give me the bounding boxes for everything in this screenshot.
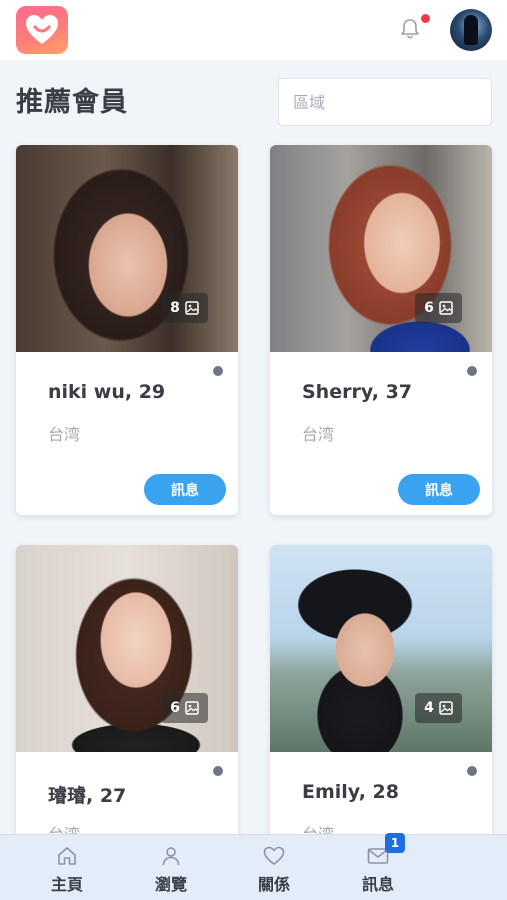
photo-count-badge: 4 [415,693,462,723]
unread-notification-dot [421,14,430,23]
notification-bell-button[interactable] [398,16,422,42]
nav-label: 主頁 [50,875,83,894]
member-card[interactable]: 6 璿璿, 27 台湾 [16,545,238,845]
member-name-age: Sherry, 37 [302,381,413,403]
heart-icon [263,846,285,865]
nav-label: 瀏覽 [154,875,187,894]
page-title: 推薦會員 [16,87,128,118]
member-name-age: 璿璿, 27 [48,785,127,807]
online-status-dot [213,766,223,776]
member-name-age: niki wu, 29 [48,381,166,403]
member-photo[interactable]: 4 [270,545,492,752]
photo-count-badge: 6 [161,693,208,723]
image-icon [439,301,453,315]
nav-item-browse[interactable]: 瀏覽 [126,835,216,900]
nav-item-home[interactable]: 主頁 [22,835,112,900]
online-status-dot [467,366,477,376]
image-icon [185,301,199,315]
member-location: 台湾 [302,425,335,444]
top-bar [0,0,507,60]
photo-count-badge: 6 [415,293,462,323]
nav-label: 關係 [257,875,290,894]
online-status-dot [467,766,477,776]
photo-count-badge: 8 [161,293,208,323]
member-photo[interactable]: 6 [270,145,492,352]
app-logo[interactable] [16,6,68,54]
image-icon [439,701,453,715]
region-input[interactable] [278,78,492,126]
unread-messages-badge: 1 [385,833,405,853]
home-icon [58,847,76,865]
member-name-age: Emily, 28 [302,781,399,803]
bell-icon [401,19,419,39]
heart-smile-logo-icon [26,15,58,44]
member-card[interactable]: 4 Emily, 28 台湾 [270,545,492,845]
bottom-nav: 主頁 瀏覽 關係 訊息 1 [0,833,507,900]
member-photo[interactable]: 8 [16,145,238,352]
message-button[interactable]: 訊息 [398,474,480,505]
online-status-dot [213,366,223,376]
member-card[interactable]: 6 Sherry, 37 台湾 訊息 [270,145,492,515]
nav-item-relations[interactable]: 關係 [229,835,319,900]
user-avatar[interactable] [450,9,492,51]
member-photo[interactable]: 6 [16,545,238,752]
member-card[interactable]: 8 niki wu, 29 台湾 訊息 [16,145,238,515]
member-location: 台湾 [48,425,81,444]
message-button[interactable]: 訊息 [144,474,226,505]
image-icon [185,701,199,715]
nav-item-messages[interactable]: 訊息 1 [333,833,423,900]
person-icon [162,847,180,866]
nav-label: 訊息 [361,875,394,894]
